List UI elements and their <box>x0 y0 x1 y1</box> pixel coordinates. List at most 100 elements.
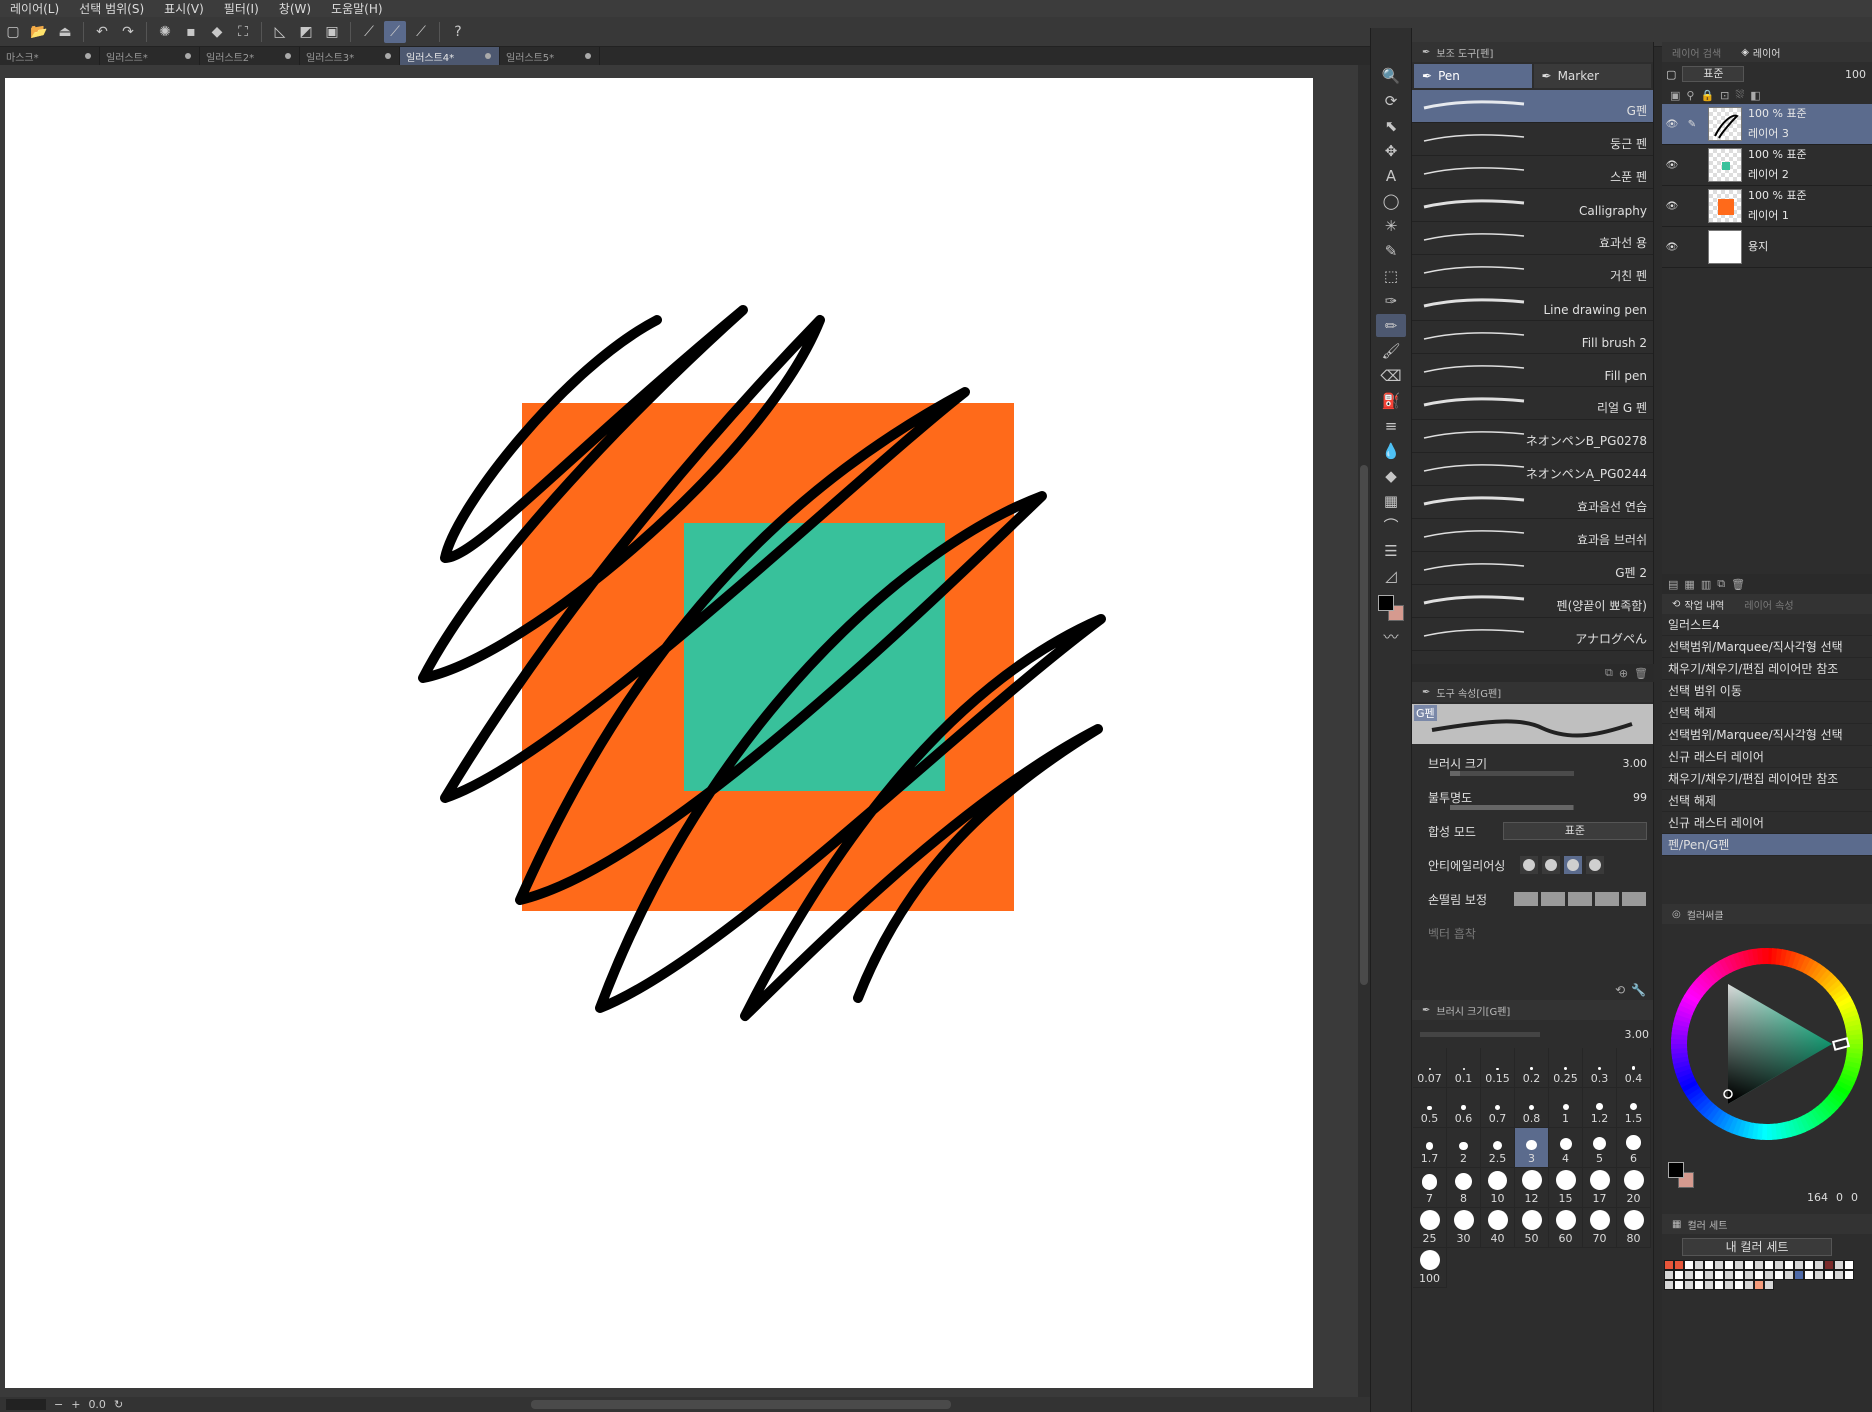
color-swatch[interactable] <box>1814 1270 1824 1280</box>
color-swatch[interactable] <box>1754 1280 1764 1290</box>
zoom-slider[interactable] <box>6 1399 46 1410</box>
canvas-area[interactable] <box>0 65 1358 1397</box>
color-swatch[interactable] <box>1714 1270 1724 1280</box>
brush-size-cell[interactable]: 7 <box>1413 1168 1447 1208</box>
move-tool-icon[interactable]: ✥ <box>1376 139 1406 162</box>
new-folder-icon[interactable]: ▥ <box>1701 578 1711 591</box>
vertical-scrollbar[interactable] <box>1358 65 1370 1397</box>
visibility-eye-icon[interactable]: 👁 <box>1662 119 1682 130</box>
brush-size-cell[interactable]: 17 <box>1583 1168 1617 1208</box>
brush-size-cell[interactable]: 30 <box>1447 1208 1481 1248</box>
color-wheel[interactable] <box>1662 944 1872 1154</box>
brush-size-cell[interactable]: 10 <box>1481 1168 1515 1208</box>
brush-item[interactable]: G펜 <box>1412 90 1653 123</box>
eyedropper-icon[interactable]: ✎ <box>1376 239 1406 262</box>
brush-item[interactable]: ネオンペンB_PG0278 <box>1412 420 1653 453</box>
doc-tab-illust5[interactable]: 일러스트5* <box>500 47 600 65</box>
color-swatch[interactable] <box>1684 1280 1694 1290</box>
brush-size-cell[interactable]: 2.5 <box>1481 1128 1515 1168</box>
close-icon[interactable] <box>85 53 91 59</box>
brush-size-cell[interactable]: 0.5 <box>1413 1088 1447 1128</box>
color-swatch[interactable] <box>1684 1270 1694 1280</box>
decoration-tool-icon[interactable]: ≡ <box>1376 414 1406 437</box>
transform-icon[interactable]: ⛶ <box>232 21 254 43</box>
color-swatch[interactable] <box>1684 1260 1694 1270</box>
history-item[interactable]: 채우기/채우기/편집 레이어만 참조 <box>1662 658 1872 680</box>
brush-item[interactable]: ネオンペンA_PG0244 <box>1412 453 1653 486</box>
brush-size-cell[interactable]: 0.3 <box>1583 1048 1617 1088</box>
selection-clear-icon[interactable]: ▣ <box>321 21 343 43</box>
history-item[interactable]: 펜/Pen/G펜 <box>1662 834 1872 856</box>
layer-row[interactable]: 👁 100 % 표준 레이어 1 <box>1662 186 1872 227</box>
color-swatch[interactable] <box>1844 1260 1854 1270</box>
save-icon[interactable]: ⏏ <box>54 21 76 43</box>
brush-item[interactable]: 둥근 펜 <box>1412 123 1653 156</box>
brush-size-cell[interactable]: 0.15 <box>1481 1048 1515 1088</box>
color-swatch[interactable] <box>1754 1260 1764 1270</box>
brush-size-top-slider[interactable]: 3.00 <box>1412 1020 1653 1048</box>
color-swatch[interactable] <box>1804 1270 1814 1280</box>
main-color-chip[interactable] <box>1668 1162 1684 1178</box>
stab-box[interactable] <box>1622 892 1646 906</box>
scrollbar-thumb[interactable] <box>1360 465 1368 985</box>
transparent-color-icon[interactable]: 〰 <box>1376 625 1406 648</box>
brush-item[interactable]: アナログペん <box>1412 618 1653 651</box>
ruler-tool-icon[interactable]: ◿ <box>1376 564 1406 587</box>
color-swatch[interactable] <box>1694 1270 1704 1280</box>
brush-size-cell[interactable]: 70 <box>1583 1208 1617 1248</box>
trash-icon[interactable]: 🗑 <box>1731 578 1745 591</box>
pen-tool-icon[interactable]: ✑ <box>1376 289 1406 312</box>
close-icon[interactable] <box>385 53 391 59</box>
color-swatch[interactable] <box>1834 1270 1844 1280</box>
color-swatch[interactable] <box>1744 1260 1754 1270</box>
selection-invert-icon[interactable]: ◩ <box>295 21 317 43</box>
menu-layer[interactable]: 레이어(L) <box>0 0 69 17</box>
brush-size-cell[interactable]: 25 <box>1413 1208 1447 1248</box>
history-item[interactable]: 채우기/채우기/편집 레이어만 참조 <box>1662 768 1872 790</box>
brush-item[interactable]: Fill pen <box>1412 354 1653 387</box>
brush-size-cell[interactable]: 5 <box>1583 1128 1617 1168</box>
new-file-icon[interactable]: ▢ <box>2 21 24 43</box>
trash-icon[interactable]: 🗑 <box>1634 667 1648 680</box>
brush-item[interactable]: G펜 2 <box>1412 552 1653 585</box>
doc-tab-illust3[interactable]: 일러스트3* <box>300 47 400 65</box>
color-swatch[interactable] <box>1764 1280 1774 1290</box>
history-item[interactable]: 선택 범위 이동 <box>1662 680 1872 702</box>
object-tool-icon[interactable]: ⬉ <box>1376 114 1406 137</box>
doc-tab-illust2[interactable]: 일러스트2* <box>200 47 300 65</box>
color-swatch[interactable] <box>1824 1260 1834 1270</box>
zoom-in-icon[interactable]: + <box>71 1398 80 1411</box>
history-item[interactable]: 선택범위/Marquee/직사각형 선택 <box>1662 636 1872 658</box>
color-swatch[interactable] <box>1734 1260 1744 1270</box>
canvas-paper[interactable] <box>5 78 1313 1388</box>
aa-medium[interactable] <box>1564 856 1582 874</box>
history-item[interactable]: 일러스트4 <box>1662 614 1872 636</box>
color-swatch[interactable] <box>1724 1280 1734 1290</box>
layer-opacity-value[interactable]: 100 <box>1845 68 1872 81</box>
brush-item[interactable]: 효과음선 연습 <box>1412 486 1653 519</box>
history-item[interactable]: 신규 래스터 레이어 <box>1662 746 1872 768</box>
clip-icon[interactable]: ▣ <box>1670 89 1680 102</box>
frame-tool-icon[interactable]: ☰ <box>1376 539 1406 562</box>
color-swatch[interactable] <box>1704 1280 1714 1290</box>
color-swatch[interactable] <box>1664 1270 1674 1280</box>
brush-size-cell[interactable]: 1.2 <box>1583 1088 1617 1128</box>
opacity-slider[interactable] <box>1450 805 1574 810</box>
color-swatch[interactable] <box>1804 1260 1814 1270</box>
opacity-value[interactable]: 99 <box>1633 791 1647 804</box>
close-icon[interactable] <box>285 53 291 59</box>
stab-box[interactable] <box>1514 892 1538 906</box>
visibility-eye-icon[interactable]: 👁 <box>1662 201 1682 212</box>
tab-layer[interactable]: ◈ 레이어 <box>1731 42 1790 62</box>
brush-size-cell[interactable]: 0.07 <box>1413 1048 1447 1088</box>
close-icon[interactable] <box>185 53 191 59</box>
color-swatch[interactable] <box>1734 1280 1744 1290</box>
close-icon[interactable] <box>585 53 591 59</box>
pencil-tool-icon[interactable]: ✏ <box>1376 314 1406 337</box>
color-swatch[interactable] <box>1834 1260 1844 1270</box>
color-set-select[interactable]: 내 컬러 세트 <box>1682 1238 1832 1256</box>
color-swatch[interactable] <box>1844 1270 1854 1280</box>
brush-item[interactable]: 효과선 용 <box>1412 222 1653 255</box>
layer-row[interactable]: 👁 ✎ 100 % 표준 레이어 3 <box>1662 104 1872 145</box>
wrench-icon[interactable]: 🔧 <box>1631 983 1646 997</box>
